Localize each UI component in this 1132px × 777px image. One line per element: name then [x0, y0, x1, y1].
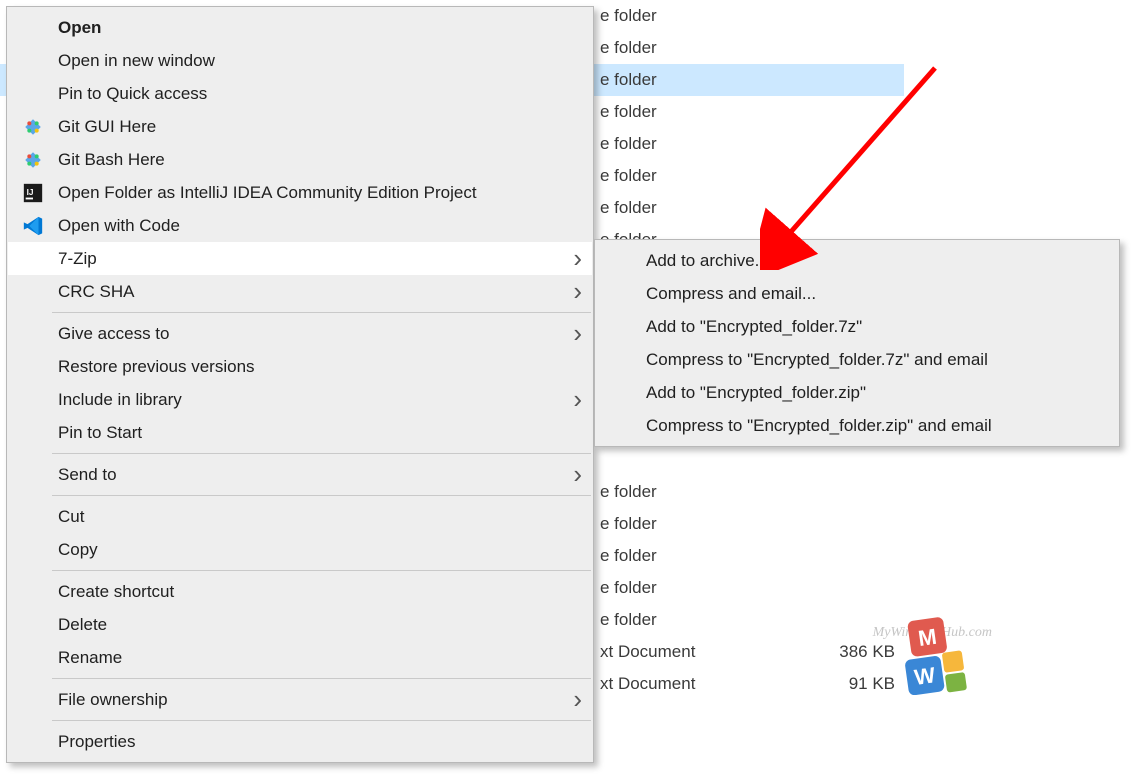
menu-item-label: File ownership	[58, 690, 168, 709]
chevron-right-icon: ›	[573, 242, 582, 275]
menu-item-include-in-library[interactable]: Include in library ›	[8, 383, 592, 416]
menu-item-label: Open in new window	[58, 51, 215, 70]
menu-item-file-ownership[interactable]: File ownership ›	[8, 683, 592, 716]
menu-separator	[52, 312, 591, 313]
submenu-item-add-to-archive[interactable]: Add to archive...	[596, 244, 1118, 277]
file-type-text: e folder	[600, 546, 657, 565]
context-menu: Open Open in new window Pin to Quick acces…	[6, 6, 594, 763]
file-size-text: 91 KB	[820, 668, 895, 700]
menu-item-give-access-to[interactable]: Give access to ›	[8, 317, 592, 350]
submenu-item-label: Compress and email...	[646, 284, 816, 303]
menu-item-label: Properties	[58, 732, 135, 751]
file-type-text: e folder	[600, 134, 657, 153]
chevron-right-icon: ›	[573, 458, 582, 491]
menu-item-label: Open Folder as IntelliJ IDEA Community E…	[58, 183, 477, 202]
submenu-item-compress-and-email[interactable]: Compress and email...	[596, 277, 1118, 310]
file-type-text: xt Document	[600, 642, 695, 661]
menu-item-label: Git Bash Here	[58, 150, 165, 169]
chevron-right-icon: ›	[573, 317, 582, 350]
menu-item-label: Include in library	[58, 390, 182, 409]
menu-item-label: Git GUI Here	[58, 117, 156, 136]
file-type-text: e folder	[600, 70, 657, 89]
menu-item-label: Pin to Start	[58, 423, 142, 442]
menu-item-delete[interactable]: Delete	[8, 608, 592, 641]
submenu-7zip: Add to archive... Compress and email... Ad…	[594, 239, 1120, 447]
menu-item-open-in-new-window[interactable]: Open in new window	[8, 44, 592, 77]
submenu-item-label: Compress to "Encrypted_folder.7z" and em…	[646, 350, 988, 369]
menu-item-label: Restore previous versions	[58, 357, 255, 376]
submenu-item-add-to-encrypted-folder-zip[interactable]: Add to "Encrypted_folder.zip"	[596, 376, 1118, 409]
menu-item-git-gui-here[interactable]: Git GUI Here	[8, 110, 592, 143]
menu-item-pin-to-start[interactable]: Pin to Start	[8, 416, 592, 449]
menu-item-label: Give access to	[58, 324, 170, 343]
submenu-item-label: Add to "Encrypted_folder.7z"	[646, 317, 862, 336]
menu-separator	[52, 453, 591, 454]
file-type-text: e folder	[600, 514, 657, 533]
git-gui-icon	[22, 116, 44, 138]
menu-item-label: Delete	[58, 615, 107, 634]
file-size-text: 386 KB	[820, 636, 895, 668]
menu-item-restore-previous-versions[interactable]: Restore previous versions	[8, 350, 592, 383]
chevron-right-icon: ›	[573, 683, 582, 716]
menu-item-open-with-code[interactable]: Open with Code	[8, 209, 592, 242]
submenu-item-label: Compress to "Encrypted_folder.zip" and e…	[646, 416, 992, 435]
menu-item-open-folder-as-intellij-idea-community-edition-project[interactable]: IJ Open Folder as IntelliJ IDEA Community…	[8, 176, 592, 209]
menu-item-properties[interactable]: Properties	[8, 725, 592, 758]
menu-separator	[52, 495, 591, 496]
chevron-right-icon: ›	[573, 383, 582, 416]
file-type-text: e folder	[600, 166, 657, 185]
menu-item-label: Cut	[58, 507, 84, 526]
menu-separator	[52, 720, 591, 721]
submenu-item-label: Add to "Encrypted_folder.zip"	[646, 383, 866, 402]
submenu-item-compress-to-encrypted-folder-zip-and-email[interactable]: Compress to "Encrypted_folder.zip" and e…	[596, 409, 1118, 442]
menu-item-label: Send to	[58, 465, 117, 484]
menu-item-label: Copy	[58, 540, 98, 559]
submenu-item-label: Add to archive...	[646, 251, 769, 270]
menu-item-rename[interactable]: Rename	[8, 641, 592, 674]
menu-separator	[52, 570, 591, 571]
menu-item-open[interactable]: Open	[8, 11, 592, 44]
menu-item-crc-sha[interactable]: CRC SHA ›	[8, 275, 592, 308]
menu-item-send-to[interactable]: Send to ›	[8, 458, 592, 491]
submenu-item-add-to-encrypted-folder-7z[interactable]: Add to "Encrypted_folder.7z"	[596, 310, 1118, 343]
intellij-icon: IJ	[22, 182, 44, 204]
file-type-text: e folder	[600, 38, 657, 57]
menu-item-label: Rename	[58, 648, 122, 667]
menu-item-label: Create shortcut	[58, 582, 174, 601]
menu-item-copy[interactable]: Copy	[8, 533, 592, 566]
file-type-text: e folder	[600, 6, 657, 25]
file-type-text: e folder	[600, 198, 657, 217]
vscode-icon	[22, 215, 44, 237]
chevron-right-icon: ›	[573, 275, 582, 308]
file-type-text: e folder	[600, 610, 657, 629]
menu-item-label: CRC SHA	[58, 282, 135, 301]
git-bash-icon	[22, 149, 44, 171]
menu-item-create-shortcut[interactable]: Create shortcut	[8, 575, 592, 608]
file-type-text: e folder	[600, 102, 657, 121]
menu-item-7-zip[interactable]: 7-Zip ›	[8, 242, 592, 275]
menu-item-pin-to-quick-access[interactable]: Pin to Quick access	[8, 77, 592, 110]
menu-separator	[52, 678, 591, 679]
menu-item-label: 7-Zip	[58, 249, 97, 268]
menu-item-label: Open	[58, 18, 101, 37]
svg-text:IJ: IJ	[27, 188, 34, 197]
menu-item-git-bash-here[interactable]: Git Bash Here	[8, 143, 592, 176]
submenu-item-compress-to-encrypted-folder-7z-and-email[interactable]: Compress to "Encrypted_folder.7z" and em…	[596, 343, 1118, 376]
file-type-text: e folder	[600, 578, 657, 597]
menu-item-label: Pin to Quick access	[58, 84, 207, 103]
file-type-text: e folder	[600, 482, 657, 501]
file-type-text: xt Document	[600, 674, 695, 693]
menu-item-label: Open with Code	[58, 216, 180, 235]
menu-item-cut[interactable]: Cut	[8, 500, 592, 533]
